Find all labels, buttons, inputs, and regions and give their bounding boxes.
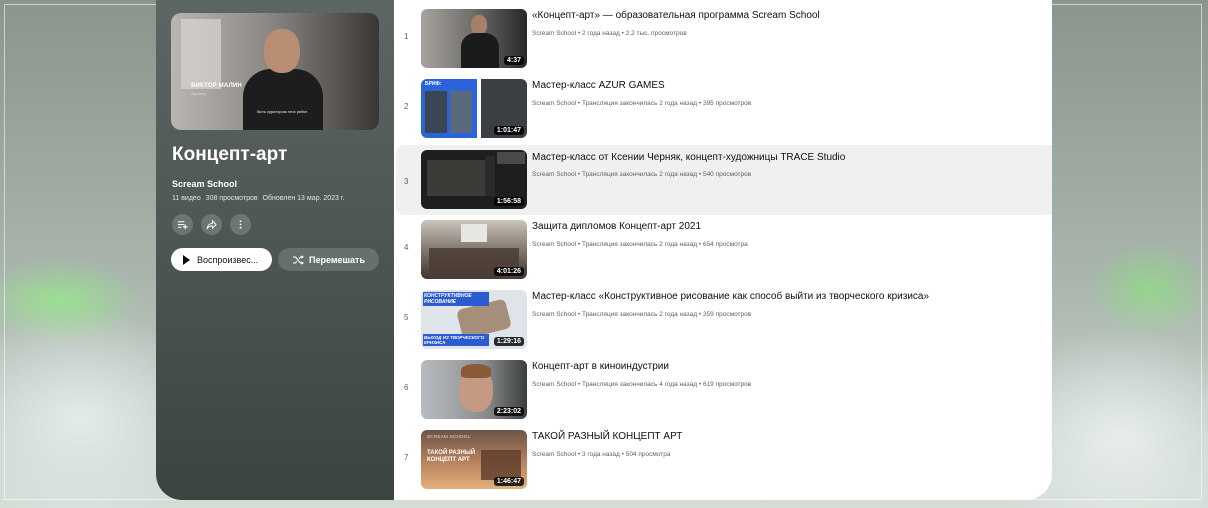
updated-date: Обновлен 13 мар. 2023 г.	[262, 195, 345, 202]
video-duration: 1:56:58	[493, 197, 524, 206]
thumb-title-text: КОНСТРУКТИВНОЕ РИСОВАНИЕ	[423, 292, 489, 306]
video-meta: Scream School • 3 года назад • 504 просм…	[532, 451, 671, 458]
video-count: 11 видео	[172, 195, 201, 202]
video-duration: 1:29:16	[493, 337, 524, 346]
video-duration: 1:01:47	[493, 126, 524, 135]
video-meta: Scream School • Трансляция закончилась 2…	[532, 311, 752, 318]
video-thumbnail[interactable]: КОНСТРУКТИВНОЕ РИСОВАНИЕ ВЫХОД ИЗ ТВОРЧЕ…	[421, 290, 527, 349]
video-thumbnail[interactable]: БРИФ: 1:01:47	[421, 79, 527, 138]
video-thumbnail[interactable]: 4:01:26	[421, 220, 527, 279]
video-meta: Scream School • Трансляция закончилась 2…	[532, 241, 748, 248]
video-list: 1 4:37 «Концепт-арт» — образовательная п…	[394, 0, 1052, 500]
cover-name: ВИКТОР МАЛИН	[191, 83, 242, 89]
video-index: 1	[404, 32, 409, 41]
video-title[interactable]: Мастер-класс «Конструктивное рисование к…	[532, 291, 929, 302]
thumb-brief-text: БРИФ:	[425, 81, 442, 87]
playlist-cover-thumbnail[interactable]: ВИКТОР МАЛИН Куратор быть куратором этих…	[171, 13, 379, 130]
share-button[interactable]	[201, 214, 222, 235]
view-count: 308 просмотров	[205, 195, 258, 202]
shuffle-icon	[293, 254, 304, 265]
video-index: 5	[404, 313, 409, 322]
video-row-3[interactable]: 3 1:56:58 Мастер-класс от Ксении Черняк,…	[396, 145, 1052, 215]
video-row-4[interactable]: 4 4:01:26 Защита дипломов Концепт-арт 20…	[396, 211, 1052, 281]
playlist-page: ВИКТОР МАЛИН Куратор быть куратором этих…	[156, 0, 1052, 500]
add-to-queue-icon	[177, 221, 188, 230]
video-row-5[interactable]: 5 КОНСТРУКТИВНОЕ РИСОВАНИЕ ВЫХОД ИЗ ТВОР…	[396, 281, 1052, 351]
video-title[interactable]: «Концепт-арт» — образовательная программ…	[532, 10, 820, 21]
video-duration: 1:46:47	[493, 477, 524, 486]
more-options-button[interactable]	[230, 214, 251, 235]
thumb-title-text: ТАКОЙ РАЗНЫЙ КОНЦЕПТ АРТ	[427, 450, 476, 463]
video-meta: Scream School • 2 года назад • 2,2 тыс. …	[532, 30, 687, 37]
video-duration: 2:23:02	[493, 407, 524, 416]
shuffle-label: Перемешать	[309, 254, 365, 265]
video-title[interactable]: Защита дипломов Концепт-арт 2021	[532, 221, 701, 232]
video-meta: Scream School • Трансляция закончилась 2…	[532, 171, 752, 178]
playlist-title: Концепт-арт	[172, 144, 288, 165]
video-meta: Scream School • Трансляция закончилась 2…	[532, 100, 752, 107]
video-index: 2	[404, 102, 409, 111]
cover-window-shape	[181, 19, 221, 89]
video-thumbnail[interactable]: 2:23:02	[421, 360, 527, 419]
video-index: 4	[404, 243, 409, 252]
video-row-1[interactable]: 1 4:37 «Концепт-арт» — образовательная п…	[396, 0, 1052, 70]
save-playlist-button[interactable]	[172, 214, 193, 235]
video-title[interactable]: ТАКОЙ РАЗНЫЙ КОНЦЕПТ АРТ	[532, 431, 682, 442]
video-index: 3	[404, 177, 409, 186]
video-title[interactable]: Мастер-класс AZUR GAMES	[532, 80, 665, 91]
playlist-header-panel: ВИКТОР МАЛИН Куратор быть куратором этих…	[156, 0, 394, 500]
video-row-2[interactable]: 2 БРИФ: 1:01:47 Мастер-класс AZUR GAMES …	[396, 70, 1052, 140]
video-index: 6	[404, 383, 409, 392]
video-duration: 4:01:26	[493, 267, 524, 276]
video-title[interactable]: Концепт-арт в киноиндустрии	[532, 361, 669, 372]
video-meta: Scream School • Трансляция закончилась 4…	[532, 381, 752, 388]
cover-person-body	[243, 69, 323, 130]
cover-caption: быть куратором этих ребят	[257, 109, 308, 114]
shuffle-button[interactable]: Перемешать	[278, 248, 379, 271]
thumb-subtitle-text: ВЫХОД ИЗ ТВОРЧЕСКОГО КРИЗИСА	[423, 334, 489, 346]
video-row-6[interactable]: 6 2:23:02 Концепт-арт в киноиндустрии Sc…	[396, 351, 1052, 421]
play-all-button[interactable]: Воспроизвес...	[171, 248, 272, 271]
video-title[interactable]: Мастер-класс от Ксении Черняк, концепт-х…	[532, 152, 845, 163]
video-duration: 4:37	[503, 56, 524, 65]
more-icon	[239, 220, 242, 229]
share-icon	[206, 219, 217, 230]
cover-person-head	[264, 29, 300, 73]
video-thumbnail[interactable]: SCREAM SCHOOL ТАКОЙ РАЗНЫЙ КОНЦЕПТ АРТ 1…	[421, 430, 527, 489]
play-all-label: Воспроизвес...	[197, 254, 259, 265]
cover-role: Куратор	[191, 91, 206, 96]
thumb-brand-text: SCREAM SCHOOL	[427, 434, 471, 439]
playlist-stats: 11 видео 308 просмотров Обновлен 13 мар.…	[172, 195, 348, 202]
play-icon	[183, 254, 190, 265]
video-thumbnail[interactable]: 1:56:58	[421, 150, 527, 209]
video-index: 7	[404, 453, 409, 462]
video-thumbnail[interactable]: 4:37	[421, 9, 527, 68]
channel-name[interactable]: Scream School	[172, 179, 237, 189]
video-row-7[interactable]: 7 SCREAM SCHOOL ТАКОЙ РАЗНЫЙ КОНЦЕПТ АРТ…	[396, 421, 1052, 491]
